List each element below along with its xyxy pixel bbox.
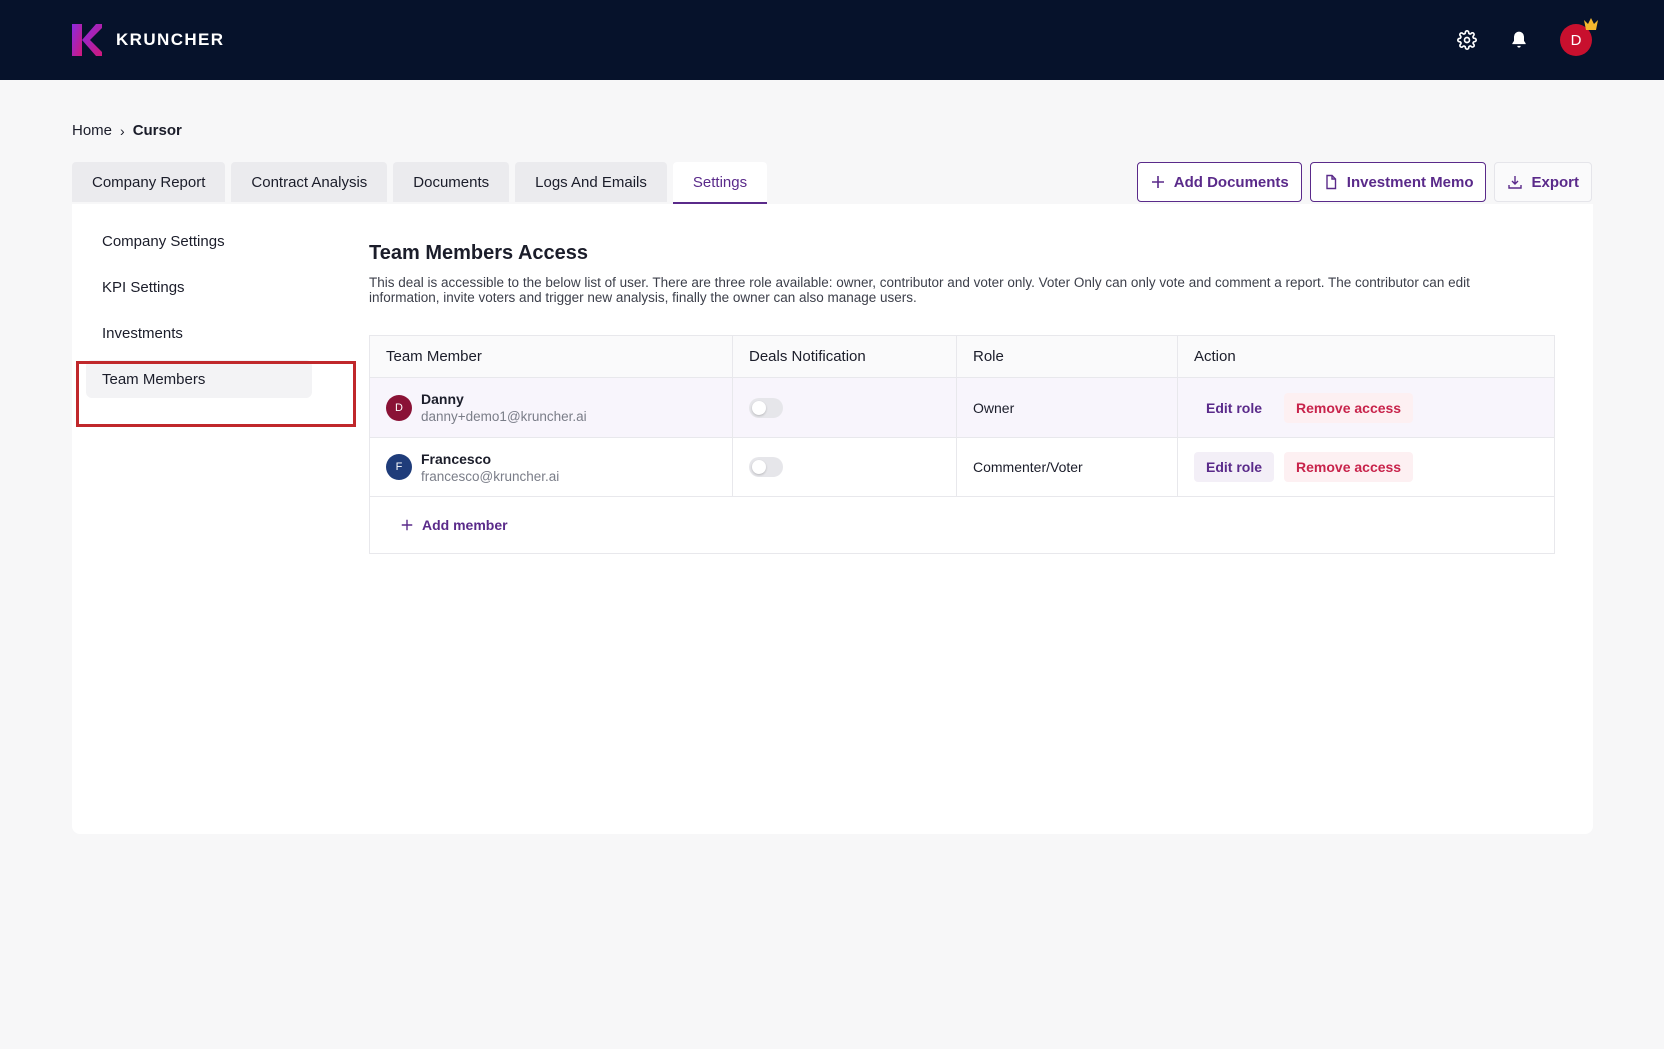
member-name: Francesco xyxy=(421,450,492,467)
investment-memo-label: Investment Memo xyxy=(1346,173,1474,191)
settings-panel: Company Settings KPI Settings Investment… xyxy=(72,204,1593,834)
team-members-table: Team Member Deals Notification Role Acti… xyxy=(369,335,1555,554)
bell-icon[interactable] xyxy=(1508,29,1530,51)
brand-name: KRUNCHER xyxy=(116,30,225,49)
document-icon xyxy=(1326,174,1336,190)
header-team-member: Team Member xyxy=(370,336,733,377)
top-navbar: KRUNCHER D xyxy=(0,0,1664,80)
tab-company-report[interactable]: Company Report xyxy=(72,162,226,202)
team-members-section: Team Members Access This deal is accessi… xyxy=(369,242,1555,554)
breadcrumb-separator: › xyxy=(120,122,125,139)
export-label: Export xyxy=(1531,173,1579,191)
tab-settings[interactable]: Settings xyxy=(672,162,768,204)
notification-toggle[interactable] xyxy=(749,397,783,418)
member-name: Danny xyxy=(421,391,464,407)
brand[interactable]: KRUNCHER xyxy=(72,24,224,56)
export-button[interactable]: Export xyxy=(1494,162,1592,202)
avatar: D xyxy=(386,394,412,421)
notification-toggle[interactable] xyxy=(749,457,783,477)
remove-access-button[interactable]: Remove access xyxy=(1284,452,1414,482)
tab-documents[interactable]: Documents xyxy=(393,162,510,202)
header-deals-notification: Deals Notification xyxy=(733,336,957,377)
member-role: Commenter/Voter xyxy=(973,459,1083,475)
user-avatar[interactable]: D xyxy=(1560,18,1598,56)
crown-icon xyxy=(1584,18,1598,30)
header-role: Role xyxy=(957,336,1178,377)
add-documents-button[interactable]: Add Documents xyxy=(1136,162,1302,202)
table-row: F Francesco francesco@kruncher.ai Commen… xyxy=(370,438,1554,497)
add-documents-label: Add Documents xyxy=(1173,173,1289,191)
breadcrumb: Home › Cursor xyxy=(72,122,182,139)
table-header-row: Team Member Deals Notification Role Acti… xyxy=(370,336,1554,378)
table-row: D Danny danny+demo1@kruncher.ai Owner Ed… xyxy=(370,378,1554,438)
sidebar-item-team-members[interactable]: Team Members xyxy=(86,360,312,398)
investment-memo-button[interactable]: Investment Memo xyxy=(1309,162,1487,202)
settings-sidebar: Company Settings KPI Settings Investment… xyxy=(76,222,356,427)
plus-icon xyxy=(401,519,413,531)
sidebar-item-investments[interactable]: Investments xyxy=(86,314,312,352)
remove-access-button[interactable]: Remove access xyxy=(1284,392,1414,423)
kruncher-logo-icon xyxy=(72,24,102,56)
member-email: francesco@kruncher.ai xyxy=(421,468,560,484)
tab-bar: Company Report Contract Analysis Documen… xyxy=(72,162,768,204)
section-title: Team Members Access xyxy=(369,242,589,264)
breadcrumb-home[interactable]: Home xyxy=(72,122,112,139)
plus-icon xyxy=(1151,176,1164,188)
member-role: Owner xyxy=(973,399,1015,416)
edit-role-button[interactable]: Edit role xyxy=(1194,452,1275,482)
member-email: danny+demo1@kruncher.ai xyxy=(421,409,587,424)
sidebar-item-company-settings[interactable]: Company Settings xyxy=(86,222,312,260)
user-avatar-initial: D xyxy=(1570,31,1582,49)
tab-contract-analysis[interactable]: Contract Analysis xyxy=(231,162,388,202)
edit-role-button[interactable]: Edit role xyxy=(1194,393,1274,423)
avatar: F xyxy=(386,454,412,480)
gear-icon[interactable] xyxy=(1456,29,1478,51)
section-description: This deal is accessible to the below lis… xyxy=(369,275,1470,305)
breadcrumb-current: Cursor xyxy=(132,122,182,139)
sidebar-item-kpi-settings[interactable]: KPI Settings xyxy=(86,268,312,306)
header-action: Action xyxy=(1194,348,1236,365)
download-icon xyxy=(1508,176,1523,189)
tab-logs-and-emails[interactable]: Logs And Emails xyxy=(515,162,667,202)
add-member-button[interactable]: Add member xyxy=(370,497,1554,553)
add-member-label: Add member xyxy=(422,517,508,533)
